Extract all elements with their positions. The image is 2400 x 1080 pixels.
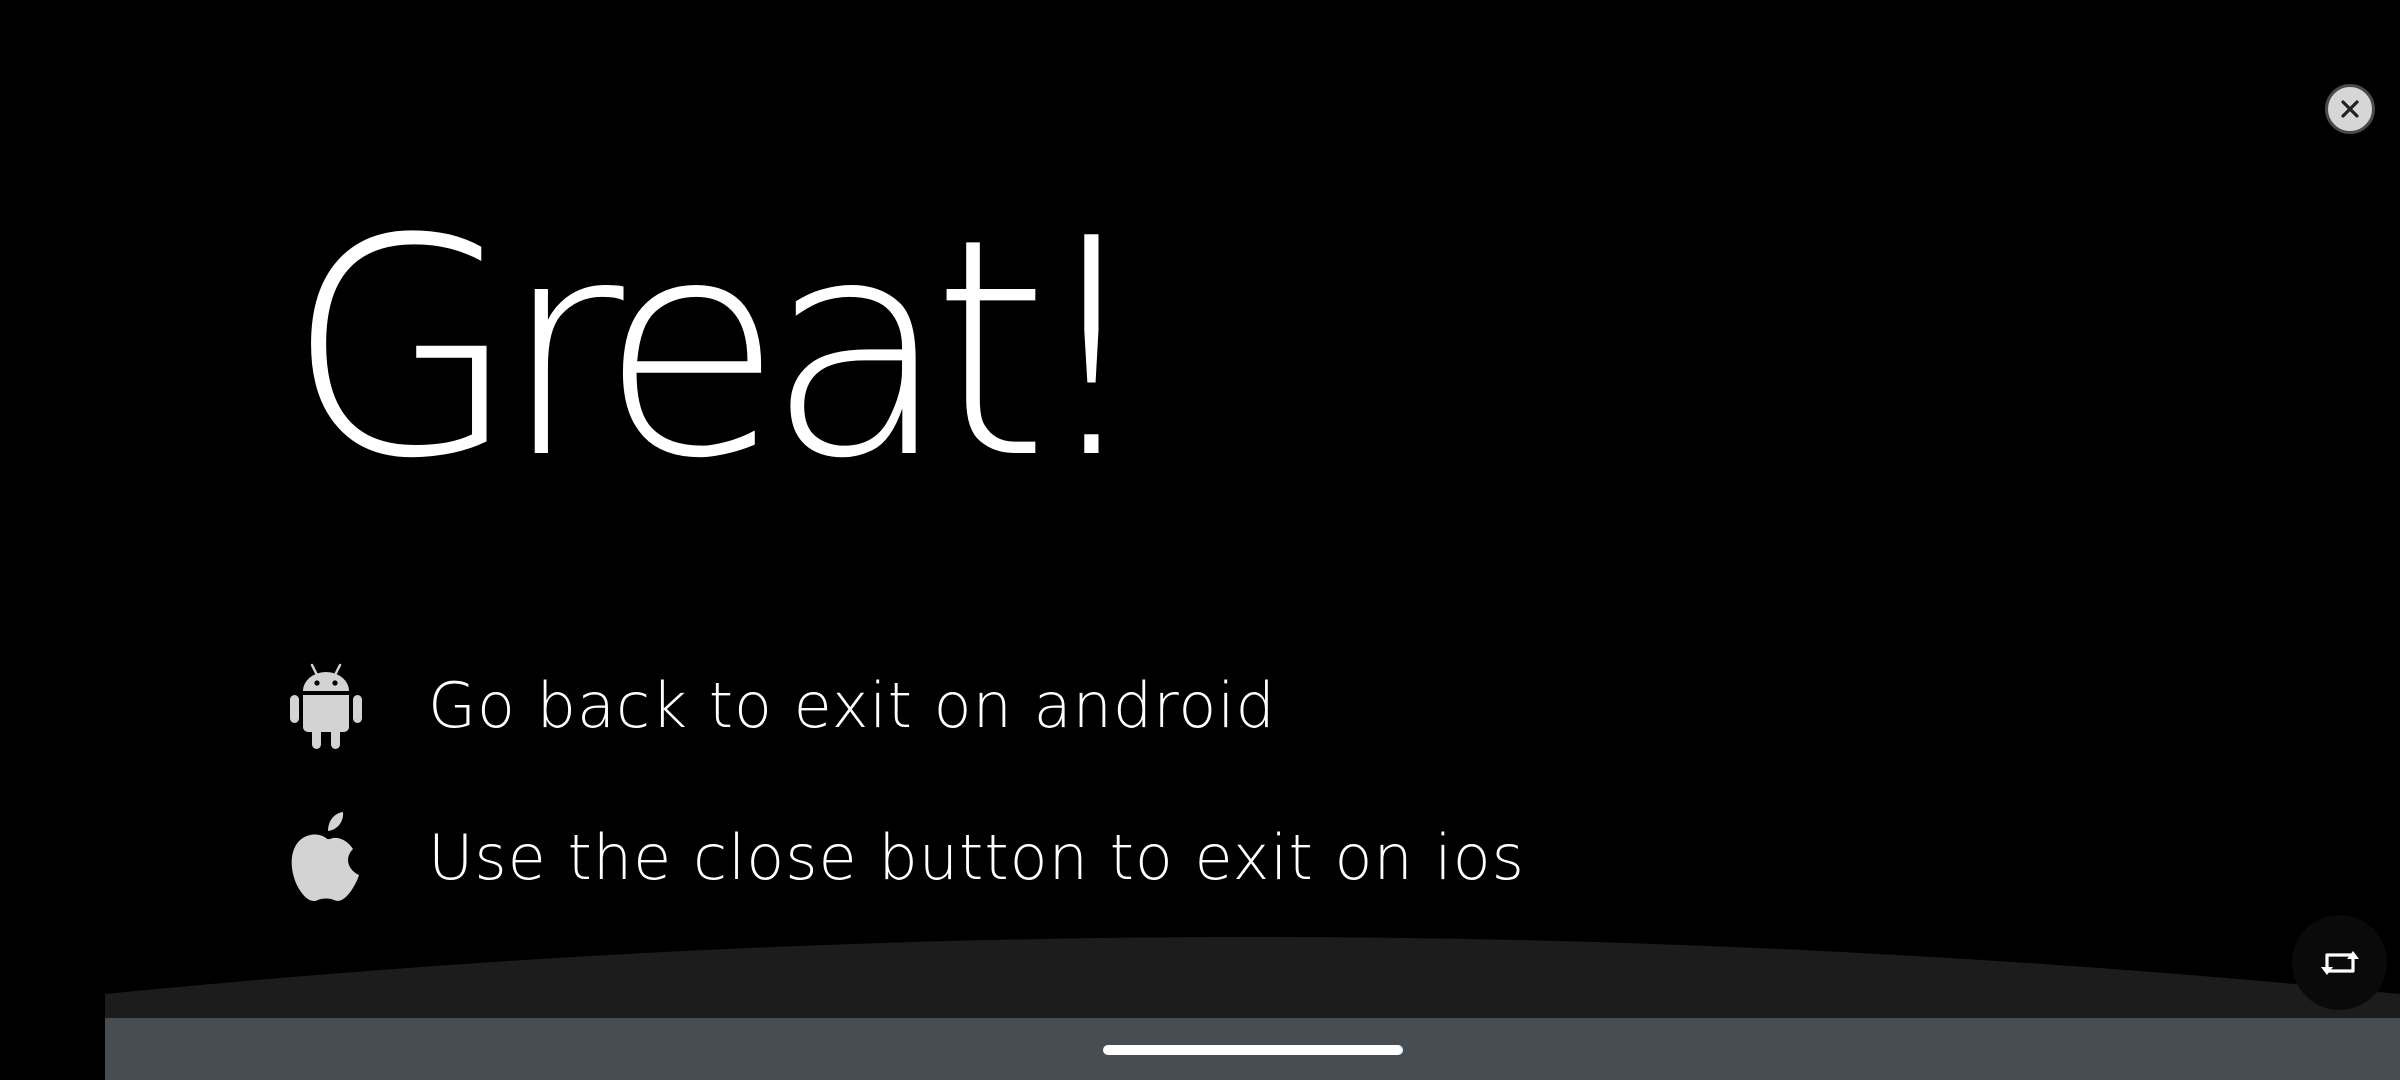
page-title: Great! — [286, 175, 1152, 524]
instruction-ios: Use the close button to exit on ios — [286, 807, 1525, 907]
instruction-android: Go back to exit on android — [286, 655, 1276, 755]
apple-icon — [286, 811, 366, 903]
home-indicator[interactable] — [1103, 1045, 1403, 1055]
bottom-panel-curve — [105, 937, 2400, 1020]
instruction-ios-text: Use the close button to exit on ios — [428, 820, 1525, 894]
instruction-android-text: Go back to exit on android — [428, 668, 1276, 742]
close-icon — [2341, 100, 2359, 118]
screen-rotate-icon — [2320, 950, 2359, 975]
android-icon — [286, 659, 366, 751]
close-button[interactable] — [2325, 84, 2375, 134]
rotate-screen-button[interactable] — [2292, 915, 2387, 1010]
app-screen: Great! Go back to exit on android Use th… — [0, 0, 2400, 1080]
